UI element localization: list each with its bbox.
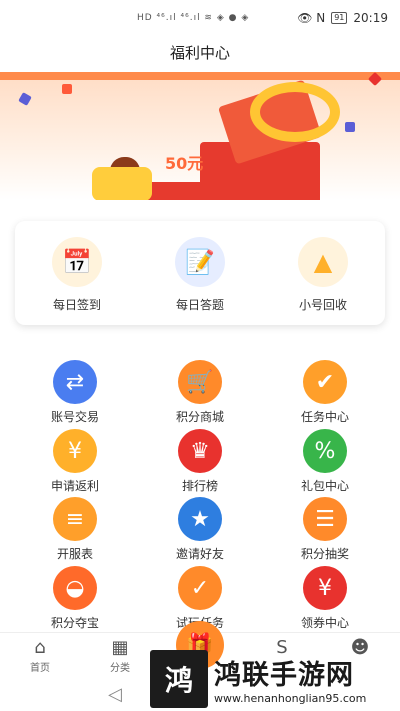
quick-action-checkin[interactable]: 📅 每日签到	[27, 237, 127, 313]
page-title: 福利中心	[169, 44, 230, 62]
quick-actions-card: 📅 每日签到 📝 每日答题 ▲ 小号回收	[15, 221, 385, 325]
grid-item-lottery[interactable]: ☰ 积分抽奖	[275, 497, 375, 562]
status-right: 👁 N 91 20:19	[297, 11, 388, 25]
recycle-triangle-icon: ▲	[298, 237, 348, 287]
home-icon: ⌂	[34, 637, 46, 658]
shopping-cart-icon: 🛒	[178, 360, 222, 404]
grid-item-label: 积分夺宝	[50, 616, 99, 630]
grid-item-label: 积分抽奖	[300, 547, 349, 561]
calendar-check-icon: 📅	[52, 237, 102, 287]
grid-item-label: 账号交易	[50, 410, 99, 424]
account-trade-icon: ⇄	[53, 360, 97, 404]
quick-action-label: 每日答题	[175, 298, 224, 312]
grid-item-leaderboard[interactable]: ♛ 排行榜	[150, 429, 250, 494]
crown-icon: ♛	[178, 429, 222, 473]
confetti-shape	[345, 122, 355, 132]
quick-action-label: 每日签到	[52, 298, 101, 312]
grid-item-rebate[interactable]: ¥ 申请返利	[25, 429, 125, 494]
watermark-title: 鸿联手游网	[214, 660, 354, 691]
quick-action-recycle[interactable]: ▲ 小号回收	[273, 237, 373, 313]
grid-item-label: 开服表	[56, 547, 93, 561]
grid-icon: ▦	[111, 637, 129, 658]
title-bar: 福利中心	[0, 36, 400, 70]
tab-label: 分类	[110, 663, 130, 674]
gift-percent-icon: %	[303, 429, 347, 473]
tab-category[interactable]: ▦ 分类	[90, 637, 150, 674]
banner-stripe	[0, 72, 400, 80]
quiz-card-icon: 📝	[175, 237, 225, 287]
status-right-icons: 👁 N	[297, 11, 326, 25]
coupon-icon: ¥	[303, 566, 347, 610]
grid-item-points-mall[interactable]: 🛒 积分商城	[150, 360, 250, 425]
watermark-text: 鸿联手游网 www.henanhonglian95.com	[214, 653, 366, 705]
watermark-url: www.henanhonglian95.com	[214, 692, 367, 705]
battery-indicator: 91	[331, 12, 348, 24]
status-time: 20:19	[353, 11, 388, 25]
grid-item-account-trade[interactable]: ⇄ 账号交易	[25, 360, 125, 425]
banner-tag: 50元	[165, 154, 204, 173]
watermark-logo: 鸿	[150, 650, 208, 708]
grid-item-coupon-center[interactable]: ¥ 领券中心	[275, 566, 375, 631]
yen-coin-icon: ¥	[53, 429, 97, 473]
grid-item-treasure[interactable]: ◒ 积分夺宝	[25, 566, 125, 631]
grid-item-label: 积分商城	[175, 410, 224, 424]
tab-home[interactable]: ⌂ 首页	[10, 637, 70, 674]
confetti-shape	[18, 92, 32, 106]
coin-stack-icon: ☰	[303, 497, 347, 541]
grid-item-label: 邀请好友	[175, 547, 224, 561]
grid-item-label: 任务中心	[300, 410, 349, 424]
coin-pile-illustration	[92, 167, 152, 200]
back-triangle-icon[interactable]: ◁	[108, 684, 122, 705]
server-list-icon: ≡	[53, 497, 97, 541]
gift-ribbon-illustration	[250, 82, 340, 142]
quick-action-label: 小号回收	[298, 298, 347, 312]
grid-item-label: 领券中心	[300, 616, 349, 630]
status-left-icons: HD ⁴⁶.ıl ⁴⁶.ıl ≋ ◈ ● ◈	[137, 13, 250, 23]
grid-item-server-list[interactable]: ≡ 开服表	[25, 497, 125, 562]
grid-item-invite[interactable]: ★ 邀请好友	[150, 497, 250, 562]
promo-banner[interactable]: 50元	[0, 72, 400, 200]
grid-item-label: 排行榜	[181, 479, 218, 493]
clipboard-check-icon: ✓	[178, 566, 222, 610]
gold-ingot-icon: ◒	[53, 566, 97, 610]
grid-item-gift-center[interactable]: % 礼包中心	[275, 429, 375, 494]
watermark: 鸿 鸿联手游网 www.henanhonglian95.com	[150, 650, 392, 708]
task-check-icon: ✔	[303, 360, 347, 404]
confetti-shape	[62, 84, 72, 94]
tab-label: 首页	[30, 663, 50, 674]
grid-item-task-center[interactable]: ✔ 任务中心	[275, 360, 375, 425]
invite-friend-icon: ★	[178, 497, 222, 541]
grid-item-label: 申请返利	[50, 479, 99, 493]
quick-action-quiz[interactable]: 📝 每日答题	[150, 237, 250, 313]
status-bar: HD ⁴⁶.ıl ⁴⁶.ıl ≋ ◈ ● ◈ 👁 N 91 20:19	[0, 0, 400, 36]
grid-item-label: 礼包中心	[300, 479, 349, 493]
